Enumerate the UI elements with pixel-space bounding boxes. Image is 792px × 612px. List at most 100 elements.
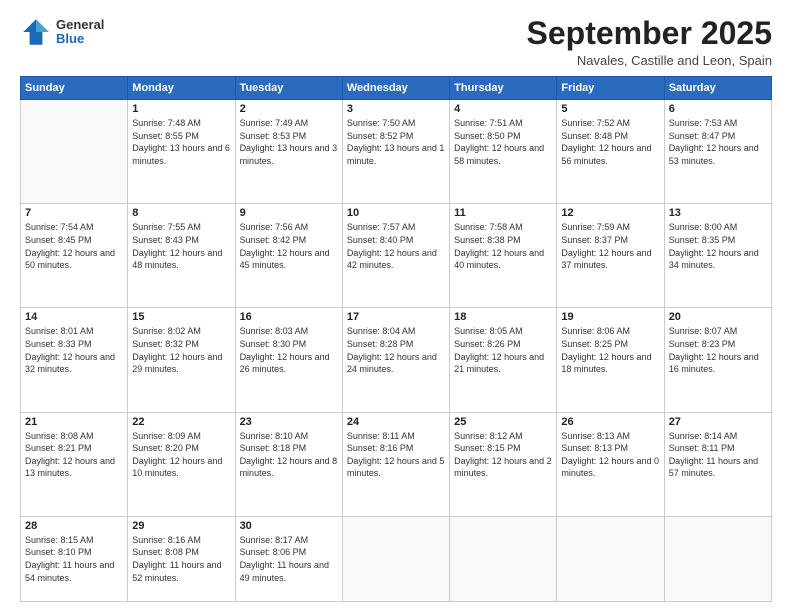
calendar-cell: 19 Sunrise: 8:06 AM Sunset: 8:25 PM Dayl… <box>557 308 664 412</box>
daylight: Daylight: 12 hours and 18 minutes. <box>561 352 651 375</box>
sunset: Sunset: 8:32 PM <box>132 339 199 349</box>
daylight: Daylight: 12 hours and 13 minutes. <box>25 456 115 479</box>
sunrise: Sunrise: 8:13 AM <box>561 431 630 441</box>
daylight: Daylight: 12 hours and 56 minutes. <box>561 143 651 166</box>
daylight: Daylight: 12 hours and 2 minutes. <box>454 456 552 479</box>
daylight: Daylight: 11 hours and 52 minutes. <box>132 560 221 583</box>
calendar-cell: 21 Sunrise: 8:08 AM Sunset: 8:21 PM Dayl… <box>21 412 128 516</box>
day-number: 29 <box>132 520 230 532</box>
sunrise: Sunrise: 7:50 AM <box>347 118 416 128</box>
day-number: 4 <box>454 103 552 115</box>
sunrise: Sunrise: 8:04 AM <box>347 326 416 336</box>
sunrise: Sunrise: 7:48 AM <box>132 118 201 128</box>
day-info: Sunrise: 8:17 AM Sunset: 8:06 PM Dayligh… <box>240 534 338 584</box>
day-number: 6 <box>669 103 767 115</box>
calendar-cell: 22 Sunrise: 8:09 AM Sunset: 8:20 PM Dayl… <box>128 412 235 516</box>
day-info: Sunrise: 8:08 AM Sunset: 8:21 PM Dayligh… <box>25 430 123 480</box>
calendar-cell: 7 Sunrise: 7:54 AM Sunset: 8:45 PM Dayli… <box>21 204 128 308</box>
calendar-cell <box>450 516 557 601</box>
calendar-cell: 20 Sunrise: 8:07 AM Sunset: 8:23 PM Dayl… <box>664 308 771 412</box>
sunrise: Sunrise: 8:08 AM <box>25 431 94 441</box>
sunrise: Sunrise: 8:01 AM <box>25 326 94 336</box>
daylight: Daylight: 13 hours and 3 minutes. <box>240 143 338 166</box>
sunset: Sunset: 8:43 PM <box>132 235 199 245</box>
daylight: Daylight: 12 hours and 5 minutes. <box>347 456 445 479</box>
sunset: Sunset: 8:11 PM <box>669 443 735 453</box>
day-number: 15 <box>132 311 230 323</box>
day-number: 3 <box>347 103 445 115</box>
logo-text: General Blue <box>56 18 104 47</box>
day-number: 2 <box>240 103 338 115</box>
sunrise: Sunrise: 7:52 AM <box>561 118 630 128</box>
day-info: Sunrise: 7:58 AM Sunset: 8:38 PM Dayligh… <box>454 221 552 271</box>
sunset: Sunset: 8:16 PM <box>347 443 414 453</box>
daylight: Daylight: 11 hours and 57 minutes. <box>669 456 758 479</box>
sunrise: Sunrise: 7:57 AM <box>347 222 416 232</box>
calendar-cell: 23 Sunrise: 8:10 AM Sunset: 8:18 PM Dayl… <box>235 412 342 516</box>
daylight: Daylight: 12 hours and 10 minutes. <box>132 456 222 479</box>
calendar-cell: 4 Sunrise: 7:51 AM Sunset: 8:50 PM Dayli… <box>450 100 557 204</box>
sunrise: Sunrise: 8:17 AM <box>240 535 309 545</box>
calendar-cell: 11 Sunrise: 7:58 AM Sunset: 8:38 PM Dayl… <box>450 204 557 308</box>
day-info: Sunrise: 7:53 AM Sunset: 8:47 PM Dayligh… <box>669 117 767 167</box>
sunset: Sunset: 8:06 PM <box>240 547 307 557</box>
day-number: 22 <box>132 416 230 428</box>
daylight: Daylight: 13 hours and 1 minute. <box>347 143 445 166</box>
daylight: Daylight: 12 hours and 32 minutes. <box>25 352 115 375</box>
calendar-cell: 9 Sunrise: 7:56 AM Sunset: 8:42 PM Dayli… <box>235 204 342 308</box>
calendar-week-4: 21 Sunrise: 8:08 AM Sunset: 8:21 PM Dayl… <box>21 412 772 516</box>
day-number: 17 <box>347 311 445 323</box>
calendar-cell <box>557 516 664 601</box>
calendar-cell: 12 Sunrise: 7:59 AM Sunset: 8:37 PM Dayl… <box>557 204 664 308</box>
sunset: Sunset: 8:18 PM <box>240 443 307 453</box>
sunset: Sunset: 8:52 PM <box>347 131 414 141</box>
daylight: Daylight: 12 hours and 34 minutes. <box>669 248 759 271</box>
logo: General Blue <box>20 16 104 48</box>
calendar-cell: 13 Sunrise: 8:00 AM Sunset: 8:35 PM Dayl… <box>664 204 771 308</box>
sunset: Sunset: 8:28 PM <box>347 339 414 349</box>
sunset: Sunset: 8:13 PM <box>561 443 628 453</box>
calendar-cell: 10 Sunrise: 7:57 AM Sunset: 8:40 PM Dayl… <box>342 204 449 308</box>
calendar-cell: 27 Sunrise: 8:14 AM Sunset: 8:11 PM Dayl… <box>664 412 771 516</box>
calendar-cell: 2 Sunrise: 7:49 AM Sunset: 8:53 PM Dayli… <box>235 100 342 204</box>
page: General Blue September 2025 Navales, Cas… <box>0 0 792 612</box>
col-monday: Monday <box>128 77 235 100</box>
day-number: 30 <box>240 520 338 532</box>
day-number: 13 <box>669 207 767 219</box>
day-number: 7 <box>25 207 123 219</box>
day-number: 8 <box>132 207 230 219</box>
col-sunday: Sunday <box>21 77 128 100</box>
day-number: 25 <box>454 416 552 428</box>
sunset: Sunset: 8:30 PM <box>240 339 307 349</box>
header: General Blue September 2025 Navales, Cas… <box>20 16 772 68</box>
daylight: Daylight: 12 hours and 8 minutes. <box>240 456 338 479</box>
day-info: Sunrise: 7:50 AM Sunset: 8:52 PM Dayligh… <box>347 117 445 167</box>
logo-general: General <box>56 18 104 32</box>
sunset: Sunset: 8:25 PM <box>561 339 628 349</box>
daylight: Daylight: 12 hours and 26 minutes. <box>240 352 330 375</box>
day-info: Sunrise: 8:09 AM Sunset: 8:20 PM Dayligh… <box>132 430 230 480</box>
calendar-cell: 30 Sunrise: 8:17 AM Sunset: 8:06 PM Dayl… <box>235 516 342 601</box>
sunrise: Sunrise: 8:15 AM <box>25 535 94 545</box>
day-number: 21 <box>25 416 123 428</box>
daylight: Daylight: 12 hours and 21 minutes. <box>454 352 544 375</box>
sunrise: Sunrise: 8:02 AM <box>132 326 201 336</box>
sunrise: Sunrise: 7:49 AM <box>240 118 309 128</box>
sunset: Sunset: 8:55 PM <box>132 131 199 141</box>
calendar-cell <box>21 100 128 204</box>
sunrise: Sunrise: 7:58 AM <box>454 222 523 232</box>
col-thursday: Thursday <box>450 77 557 100</box>
sunset: Sunset: 8:08 PM <box>132 547 199 557</box>
daylight: Daylight: 12 hours and 53 minutes. <box>669 143 759 166</box>
calendar-cell: 3 Sunrise: 7:50 AM Sunset: 8:52 PM Dayli… <box>342 100 449 204</box>
calendar-table: Sunday Monday Tuesday Wednesday Thursday… <box>20 76 772 602</box>
sunset: Sunset: 8:47 PM <box>669 131 736 141</box>
day-info: Sunrise: 8:11 AM Sunset: 8:16 PM Dayligh… <box>347 430 445 480</box>
calendar-week-2: 7 Sunrise: 7:54 AM Sunset: 8:45 PM Dayli… <box>21 204 772 308</box>
calendar-week-1: 1 Sunrise: 7:48 AM Sunset: 8:55 PM Dayli… <box>21 100 772 204</box>
daylight: Daylight: 12 hours and 58 minutes. <box>454 143 544 166</box>
sunrise: Sunrise: 8:09 AM <box>132 431 201 441</box>
calendar-cell <box>664 516 771 601</box>
day-info: Sunrise: 8:10 AM Sunset: 8:18 PM Dayligh… <box>240 430 338 480</box>
day-number: 5 <box>561 103 659 115</box>
